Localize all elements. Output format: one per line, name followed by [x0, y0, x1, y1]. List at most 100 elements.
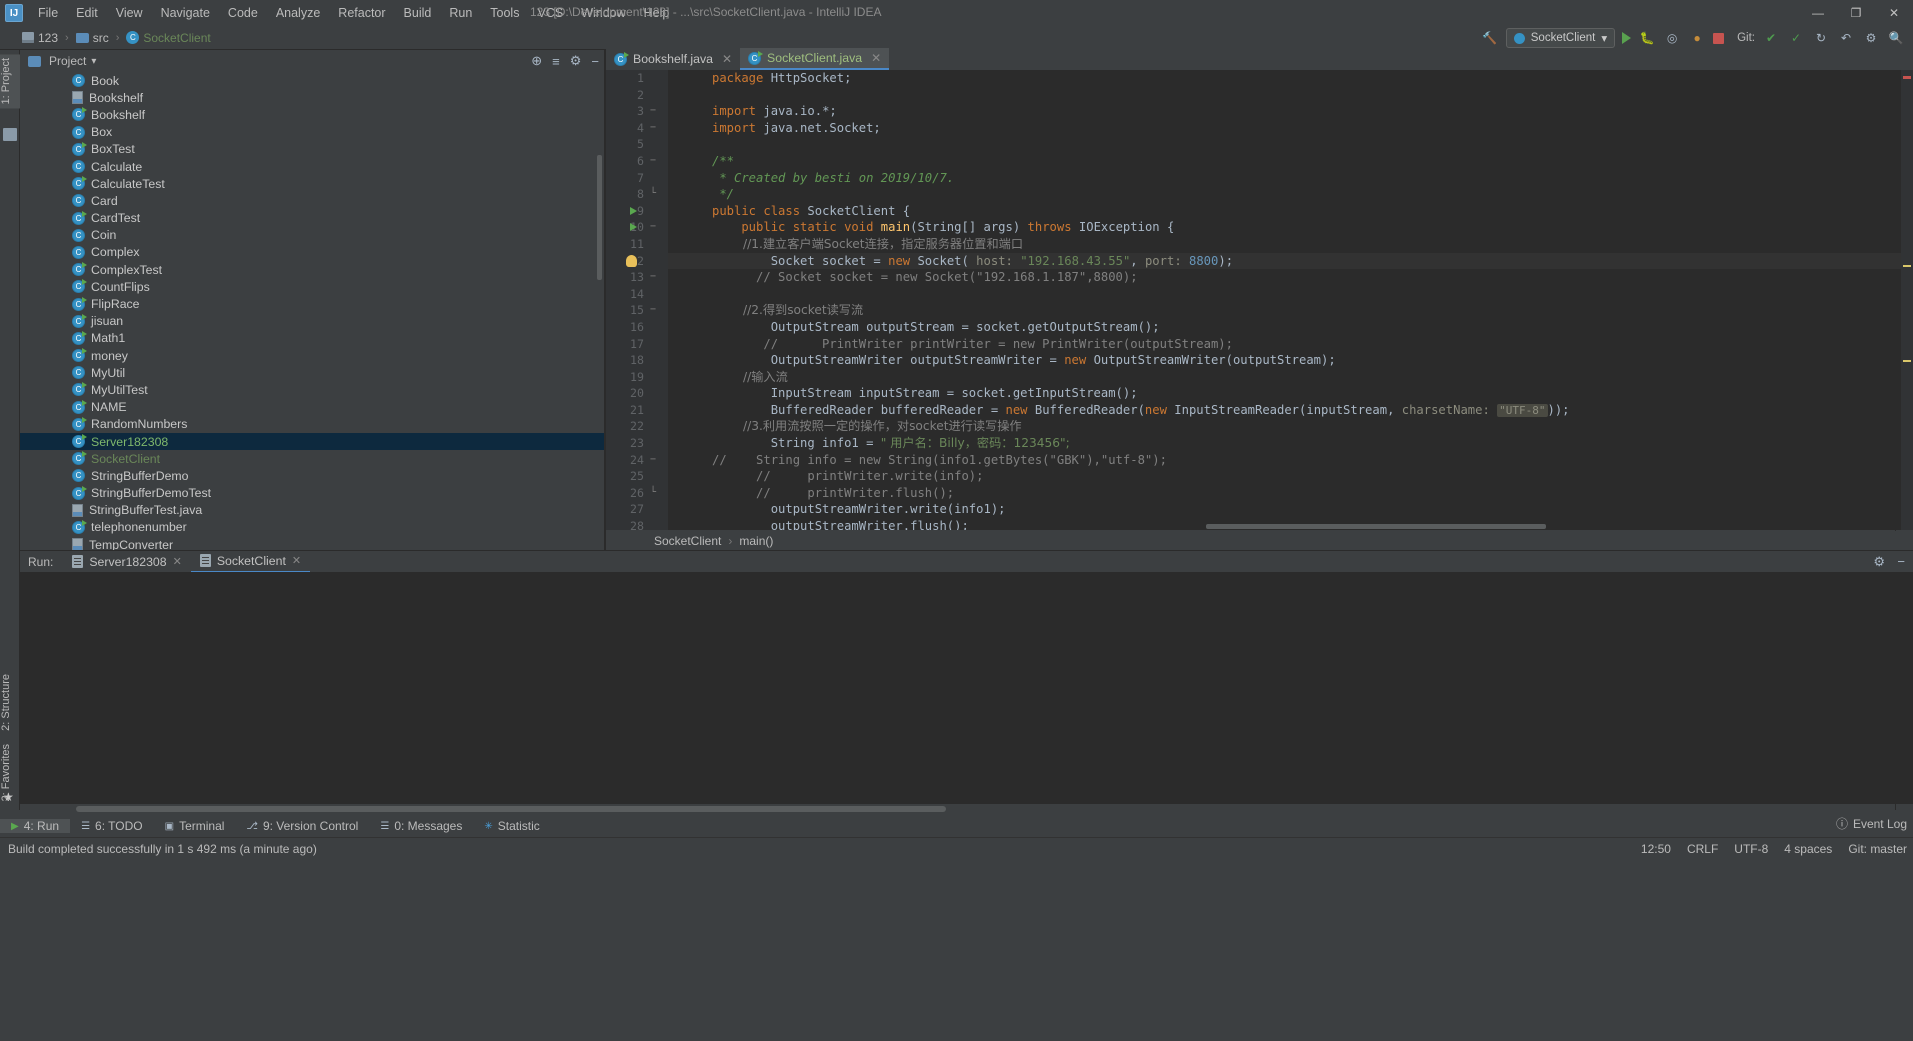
- warning-marker[interactable]: [1903, 265, 1911, 267]
- tree-item-stringbufferdemotest[interactable]: C StringBufferDemoTest: [20, 485, 605, 502]
- indent-setting[interactable]: 4 spaces: [1784, 842, 1832, 856]
- coverage-icon[interactable]: ◎: [1663, 29, 1681, 47]
- scrollbar-thumb[interactable]: [76, 806, 946, 812]
- undo-icon[interactable]: ↶: [1837, 29, 1855, 47]
- tree-item-randomnumbers[interactable]: C RandomNumbers: [20, 416, 605, 433]
- menu-item-edit[interactable]: Edit: [67, 3, 107, 23]
- run-gutter-icon[interactable]: [630, 223, 637, 232]
- close-icon[interactable]: ✕: [292, 554, 301, 567]
- menu-item-navigate[interactable]: Navigate: [152, 3, 219, 23]
- code-line[interactable]: 11 //1.建立客户端Socket连接，指定服务器位置和端口: [630, 236, 1913, 253]
- close-icon[interactable]: ✕: [871, 51, 881, 65]
- code-fold-icon[interactable]: −: [650, 120, 656, 137]
- code-line[interactable]: 10− public static void main(String[] arg…: [630, 219, 1913, 236]
- code-fold-icon[interactable]: └: [650, 186, 656, 203]
- chevron-down-icon[interactable]: ▾: [91, 56, 96, 67]
- code-line[interactable]: 6− /**: [637, 153, 1913, 170]
- code-fold-icon[interactable]: −: [650, 219, 656, 236]
- hide-panel-icon[interactable]: −: [591, 54, 599, 69]
- bottom-tool-statistic[interactable]: ✳ Statistic: [473, 819, 550, 833]
- code-line[interactable]: 20 InputStream inputStream = socket.getI…: [630, 385, 1913, 402]
- profile-icon[interactable]: ●: [1688, 29, 1706, 47]
- code-line[interactable]: 14: [630, 286, 1913, 303]
- tree-item-book[interactable]: C Book: [20, 72, 605, 89]
- editor-code-area[interactable]: 1 package HttpSocket; 2 3− import java.io.*;…: [626, 70, 1913, 530]
- code-line[interactable]: 9 public class SocketClient {: [630, 203, 1913, 220]
- star-icon[interactable]: ★: [3, 790, 17, 804]
- folder-icon[interactable]: [3, 128, 17, 141]
- tree-item-server182308[interactable]: C Server182308: [20, 432, 605, 451]
- stop-icon[interactable]: [1713, 32, 1725, 44]
- close-icon[interactable]: ✕: [173, 555, 182, 568]
- code-line[interactable]: 18 OutputStreamWriter outputStreamWriter…: [630, 352, 1913, 369]
- bottom-tool-terminal[interactable]: ▣ Terminal: [154, 819, 236, 833]
- run-configuration-selector[interactable]: SocketClient ▾: [1505, 28, 1616, 48]
- git-branch[interactable]: Git: master: [1848, 842, 1907, 856]
- code-line[interactable]: 5: [637, 136, 1913, 153]
- gear-icon[interactable]: ⚙: [1873, 554, 1885, 570]
- tree-item-myutil[interactable]: C MyUtil: [20, 364, 605, 381]
- tree-item-stringbufferdemo[interactable]: C StringBufferDemo: [20, 467, 605, 484]
- code-editor[interactable]: 1 package HttpSocket; 2 3− import java.io.*;…: [606, 70, 1913, 530]
- tree-item-stringbuffertest-java[interactable]: StringBufferTest.java: [20, 502, 605, 519]
- code-line[interactable]: 15− //2.得到socket读写流: [630, 302, 1913, 319]
- code-line[interactable]: 26 └ // printWriter.flush();: [630, 485, 1913, 502]
- tree-item-money[interactable]: Cmoney: [20, 347, 605, 364]
- run-icon[interactable]: [1622, 32, 1632, 44]
- tree-item-tempconverter[interactable]: TempConverter: [20, 536, 605, 550]
- tree-item-boxtest[interactable]: C BoxTest: [20, 141, 605, 158]
- project-tree[interactable]: C Book Bookshelf C Bookshelf C Box C BoxTest C Cal…: [20, 72, 605, 550]
- breadcrumb-socketclient[interactable]: C SocketClient: [122, 30, 214, 46]
- tree-item-calculatetest[interactable]: C CalculateTest: [20, 175, 605, 192]
- code-fold-icon[interactable]: −: [650, 269, 656, 286]
- tree-item-complex[interactable]: C Complex: [20, 244, 605, 261]
- code-line[interactable]: 23 String info1 = " 用户名：Billy，密码：123456"…: [630, 435, 1913, 452]
- code-line[interactable]: 4− import java.net.Socket;: [637, 120, 1913, 137]
- sidebar-item-project[interactable]: 1: Project: [0, 54, 20, 109]
- bottom-tool-0--messages[interactable]: ☰ 0: Messages: [369, 819, 473, 833]
- tree-item-calculate[interactable]: C Calculate: [20, 158, 605, 175]
- warning-marker[interactable]: [1903, 360, 1911, 362]
- sidebar-item-structure[interactable]: 2: Structure: [0, 670, 20, 735]
- breadcrumb-class[interactable]: SocketClient: [654, 534, 721, 548]
- console-horizontal-scrollbar[interactable]: [66, 806, 1901, 813]
- code-line[interactable]: 16 OutputStream outputStream = socket.ge…: [630, 319, 1913, 336]
- collapse-all-icon[interactable]: ≡: [552, 54, 560, 69]
- project-tree-scrollbar[interactable]: [597, 155, 602, 280]
- menu-item-analyze[interactable]: Analyze: [267, 3, 329, 23]
- tree-item-name[interactable]: C NAME: [20, 399, 605, 416]
- error-marker[interactable]: [1903, 76, 1911, 79]
- close-button[interactable]: ✕: [1875, 0, 1913, 26]
- git-history-icon[interactable]: ↻: [1812, 29, 1830, 47]
- breadcrumb-src[interactable]: src: [72, 30, 113, 46]
- code-fold-icon[interactable]: −: [650, 103, 656, 120]
- code-fold-icon[interactable]: −: [650, 302, 656, 319]
- file-encoding[interactable]: UTF-8: [1734, 842, 1768, 856]
- scrollbar-thumb[interactable]: [1206, 524, 1546, 529]
- line-separator[interactable]: CRLF: [1687, 842, 1718, 856]
- tree-item-math1[interactable]: C Math1: [20, 330, 605, 347]
- code-line[interactable]: 22 //3.利用流按照一定的操作，对socket进行读写操作: [630, 418, 1913, 435]
- tree-item-complextest[interactable]: C ComplexTest: [20, 261, 605, 278]
- code-line[interactable]: 1 package HttpSocket;: [637, 70, 1913, 87]
- menu-item-view[interactable]: View: [107, 3, 152, 23]
- code-line[interactable]: 7 * Created by besti on 2019/10/7.: [637, 170, 1913, 187]
- code-line[interactable]: 24− // String info = new String(info1.get…: [630, 452, 1913, 469]
- close-icon[interactable]: ✕: [722, 52, 732, 66]
- tree-item-bookshelf[interactable]: Bookshelf: [20, 89, 605, 106]
- code-line[interactable]: 8 └ */: [637, 186, 1913, 203]
- code-line[interactable]: 2: [637, 87, 1913, 104]
- editor-tab-bookshelf-java[interactable]: C Bookshelf.java ✕: [606, 48, 740, 70]
- intention-bulb-icon[interactable]: [626, 254, 637, 267]
- code-line[interactable]: 21 BufferedReader bufferedReader = new B…: [630, 402, 1913, 419]
- breadcrumb-123[interactable]: 123: [18, 30, 62, 46]
- code-line[interactable]: 13− // Socket socket = new Socket("192.1…: [630, 269, 1913, 286]
- code-line[interactable]: 25 // printWriter.write(info);: [630, 468, 1913, 485]
- maximize-button[interactable]: ❐: [1837, 0, 1875, 26]
- tree-item-coin[interactable]: C Coin: [20, 227, 605, 244]
- error-stripe[interactable]: [1901, 70, 1913, 530]
- run-tab-socketclient[interactable]: SocketClient ✕: [190, 551, 311, 573]
- menu-item-code[interactable]: Code: [219, 3, 267, 23]
- run-tab-server182308[interactable]: Server182308 ✕: [63, 551, 190, 573]
- bottom-tool-9--version-control[interactable]: ⎇ 9: Version Control: [235, 819, 369, 833]
